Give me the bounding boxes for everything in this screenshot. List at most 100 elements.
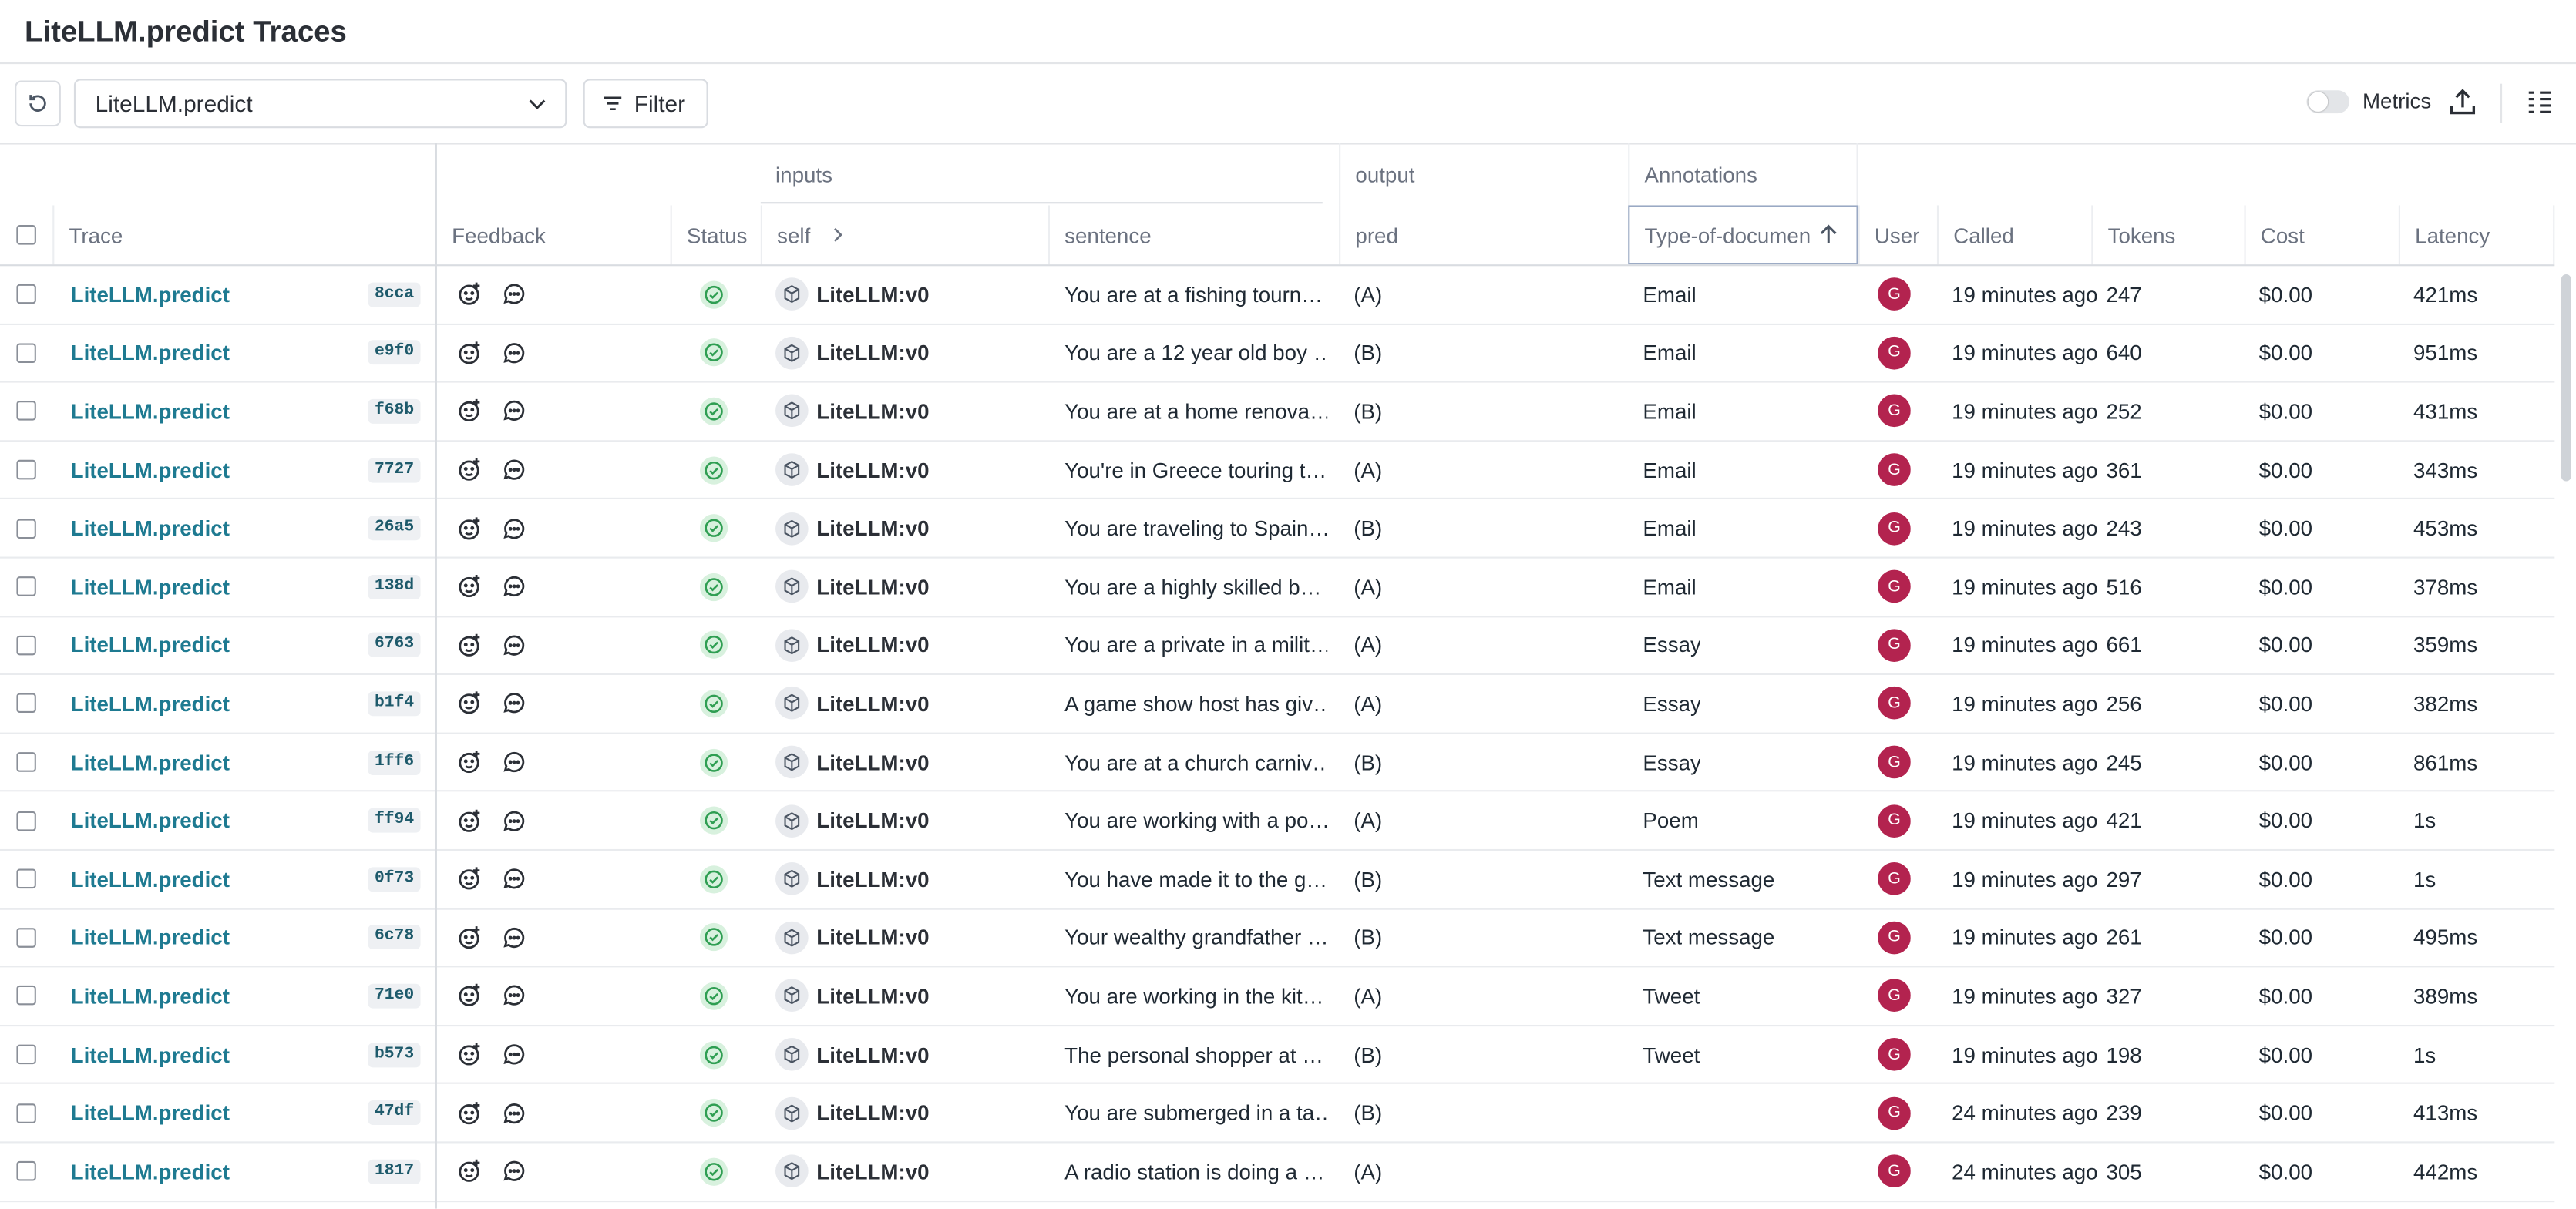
trace-id-badge[interactable]: 8cca bbox=[368, 282, 421, 307]
col-status[interactable]: Status bbox=[670, 205, 761, 265]
add-comment-button[interactable] bbox=[501, 734, 527, 791]
trace-id-badge[interactable]: b1f4 bbox=[368, 691, 421, 717]
avatar[interactable]: G bbox=[1878, 512, 1911, 545]
add-comment-button[interactable] bbox=[501, 1085, 527, 1142]
table-row[interactable]: LiteLLM.predict ff94 LiteLLM:v0 You are … bbox=[0, 792, 2555, 851]
doc-type-cell[interactable]: Essay bbox=[1643, 617, 1700, 674]
table-row[interactable]: LiteLLM.predict 1817 LiteLLM:v0 A radio … bbox=[0, 1143, 2555, 1202]
doc-type-cell[interactable]: Email bbox=[1643, 266, 1696, 323]
self-ref[interactable]: LiteLLM:v0 bbox=[775, 266, 930, 323]
export-button[interactable] bbox=[2448, 87, 2477, 125]
trace-link[interactable]: LiteLLM.predict bbox=[71, 968, 230, 1025]
self-ref[interactable]: LiteLLM:v0 bbox=[775, 324, 930, 381]
trace-id-badge[interactable]: 7727 bbox=[368, 457, 421, 482]
doc-type-cell[interactable]: Essay bbox=[1643, 675, 1700, 732]
col-user[interactable]: User bbox=[1858, 205, 1937, 265]
trace-link[interactable]: LiteLLM.predict bbox=[71, 383, 230, 440]
table-row[interactable]: LiteLLM.predict 138d LiteLLM:v0 You are … bbox=[0, 559, 2555, 617]
table-row[interactable]: LiteLLM.predict 7727 LiteLLM:v0 You're i… bbox=[0, 442, 2555, 500]
table-row[interactable]: LiteLLM.predict 71e0 LiteLLM:v0 You are … bbox=[0, 968, 2555, 1026]
trace-link[interactable]: LiteLLM.predict bbox=[71, 909, 230, 966]
add-reaction-button[interactable] bbox=[457, 500, 483, 557]
row-checkbox[interactable] bbox=[16, 1161, 36, 1182]
self-ref[interactable]: LiteLLM:v0 bbox=[775, 851, 930, 908]
trace-id-badge[interactable]: f68b bbox=[368, 398, 421, 424]
toggle-switch[interactable] bbox=[2306, 89, 2349, 113]
add-comment-button[interactable] bbox=[501, 617, 527, 674]
row-checkbox[interactable] bbox=[16, 518, 36, 539]
add-comment-button[interactable] bbox=[501, 968, 527, 1025]
avatar[interactable]: G bbox=[1878, 862, 1911, 896]
add-comment-button[interactable] bbox=[501, 383, 527, 440]
self-ref[interactable]: LiteLLM:v0 bbox=[775, 442, 930, 499]
table-row[interactable]: LiteLLM.predict b573 LiteLLM:v0 The pers… bbox=[0, 1026, 2555, 1085]
trace-id-badge[interactable]: 26a5 bbox=[368, 516, 421, 541]
add-reaction-button[interactable] bbox=[457, 266, 483, 323]
trace-id-badge[interactable]: ff94 bbox=[368, 808, 421, 834]
trace-id-badge[interactable]: b573 bbox=[368, 1042, 421, 1067]
doc-type-cell[interactable]: Email bbox=[1643, 559, 1696, 616]
row-checkbox[interactable] bbox=[16, 343, 36, 363]
doc-type-cell[interactable]: Email bbox=[1643, 383, 1696, 440]
add-comment-button[interactable] bbox=[501, 500, 527, 557]
add-comment-button[interactable] bbox=[501, 324, 527, 381]
col-tokens[interactable]: Tokens bbox=[2091, 205, 2245, 265]
add-comment-button[interactable] bbox=[501, 851, 527, 908]
avatar[interactable]: G bbox=[1878, 570, 1911, 603]
col-cost[interactable]: Cost bbox=[2244, 205, 2398, 265]
avatar[interactable]: G bbox=[1878, 1155, 1911, 1188]
self-ref[interactable]: LiteLLM:v0 bbox=[775, 617, 930, 674]
avatar[interactable]: G bbox=[1878, 804, 1911, 838]
table-row[interactable]: LiteLLM.predict 6c78 LiteLLM:v0 Your wea… bbox=[0, 909, 2555, 968]
trace-id-badge[interactable]: 138d bbox=[368, 574, 421, 599]
add-reaction-button[interactable] bbox=[457, 1143, 483, 1200]
trace-link[interactable]: LiteLLM.predict bbox=[71, 266, 230, 323]
avatar[interactable]: G bbox=[1878, 1096, 1911, 1130]
doc-type-cell[interactable]: Tweet bbox=[1643, 1026, 1700, 1083]
trace-id-badge[interactable]: 47df bbox=[368, 1100, 421, 1126]
avatar[interactable]: G bbox=[1878, 687, 1911, 720]
add-comment-button[interactable] bbox=[501, 559, 527, 616]
trace-id-badge[interactable]: e9f0 bbox=[368, 341, 421, 366]
table-row[interactable]: LiteLLM.predict 1ff6 LiteLLM:v0 You are … bbox=[0, 734, 2555, 793]
row-checkbox[interactable] bbox=[16, 693, 36, 714]
trace-id-badge[interactable]: 1817 bbox=[368, 1159, 421, 1184]
doc-type-cell[interactable]: Email bbox=[1643, 324, 1696, 381]
add-reaction-button[interactable] bbox=[457, 968, 483, 1025]
metrics-toggle[interactable]: Metrics bbox=[2306, 89, 2431, 113]
add-reaction-button[interactable] bbox=[457, 675, 483, 732]
trace-link[interactable]: LiteLLM.predict bbox=[71, 617, 230, 674]
add-comment-button[interactable] bbox=[501, 1143, 527, 1200]
avatar[interactable]: G bbox=[1878, 453, 1911, 487]
table-row[interactable]: LiteLLM.predict e9f0 LiteLLM:v0 You are … bbox=[0, 324, 2555, 384]
trace-id-badge[interactable]: 0f73 bbox=[368, 866, 421, 892]
trace-link[interactable]: LiteLLM.predict bbox=[71, 1085, 230, 1142]
add-reaction-button[interactable] bbox=[457, 383, 483, 440]
avatar[interactable]: G bbox=[1878, 1038, 1911, 1071]
col-latency[interactable]: Latency bbox=[2398, 205, 2555, 265]
avatar[interactable]: G bbox=[1878, 745, 1911, 779]
col-type-of-document[interactable]: Type-of-documen bbox=[1628, 205, 1858, 265]
col-self[interactable]: self bbox=[760, 205, 1048, 265]
table-row[interactable]: LiteLLM.predict 47df LiteLLM:v0 You are … bbox=[0, 1085, 2555, 1144]
trace-link[interactable]: LiteLLM.predict bbox=[71, 500, 230, 557]
row-checkbox[interactable] bbox=[16, 752, 36, 772]
doc-type-cell[interactable]: Email bbox=[1643, 442, 1696, 499]
avatar[interactable]: G bbox=[1878, 979, 1911, 1013]
arrow-up-icon[interactable] bbox=[1817, 223, 1840, 247]
add-reaction-button[interactable] bbox=[457, 792, 483, 849]
trace-link[interactable]: LiteLLM.predict bbox=[71, 851, 230, 908]
self-ref[interactable]: LiteLLM:v0 bbox=[775, 559, 930, 616]
trace-link[interactable]: LiteLLM.predict bbox=[71, 1026, 230, 1083]
add-comment-button[interactable] bbox=[501, 442, 527, 499]
table-row[interactable]: LiteLLM.predict f68b LiteLLM:v0 You are … bbox=[0, 383, 2555, 442]
row-checkbox[interactable] bbox=[16, 1103, 36, 1123]
col-called[interactable]: Called bbox=[1936, 205, 2091, 265]
add-reaction-button[interactable] bbox=[457, 909, 483, 966]
trace-link[interactable]: LiteLLM.predict bbox=[71, 442, 230, 499]
col-feedback[interactable]: Feedback bbox=[437, 205, 669, 264]
self-ref[interactable]: LiteLLM:v0 bbox=[775, 675, 930, 732]
self-ref[interactable]: LiteLLM:v0 bbox=[775, 909, 930, 966]
add-reaction-button[interactable] bbox=[457, 617, 483, 674]
row-checkbox[interactable] bbox=[16, 811, 36, 831]
